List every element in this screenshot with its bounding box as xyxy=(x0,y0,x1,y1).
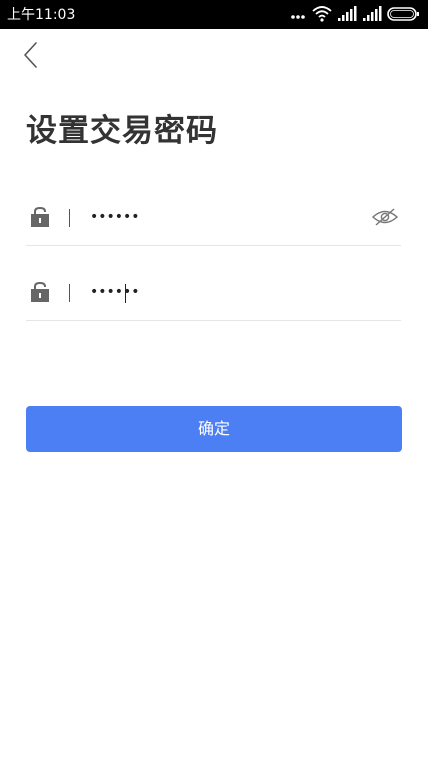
lock-icon xyxy=(31,207,49,227)
status-time: 上午11:03 xyxy=(7,7,76,23)
battery-icon xyxy=(387,7,419,21)
signal-icon xyxy=(338,6,357,21)
signal-icon xyxy=(363,6,382,21)
password-input[interactable] xyxy=(90,200,370,234)
wifi-icon xyxy=(312,6,332,22)
field-divider xyxy=(69,209,70,227)
eye-hidden-icon[interactable] xyxy=(371,206,399,228)
status-icons xyxy=(290,0,420,29)
back-button[interactable] xyxy=(18,40,46,72)
more-dots-icon xyxy=(291,15,305,19)
confirm-button[interactable]: 确定 xyxy=(26,406,402,452)
chevron-left-icon xyxy=(24,42,37,68)
lock-icon xyxy=(31,282,49,302)
field-divider xyxy=(69,284,70,302)
password-field-row xyxy=(26,190,401,246)
status-bar: 上午11:03 xyxy=(0,0,428,29)
page-title: 设置交易密码 xyxy=(26,113,218,149)
confirm-password-input[interactable] xyxy=(90,275,370,309)
text-caret xyxy=(125,284,126,303)
confirm-password-field-row xyxy=(26,265,401,321)
